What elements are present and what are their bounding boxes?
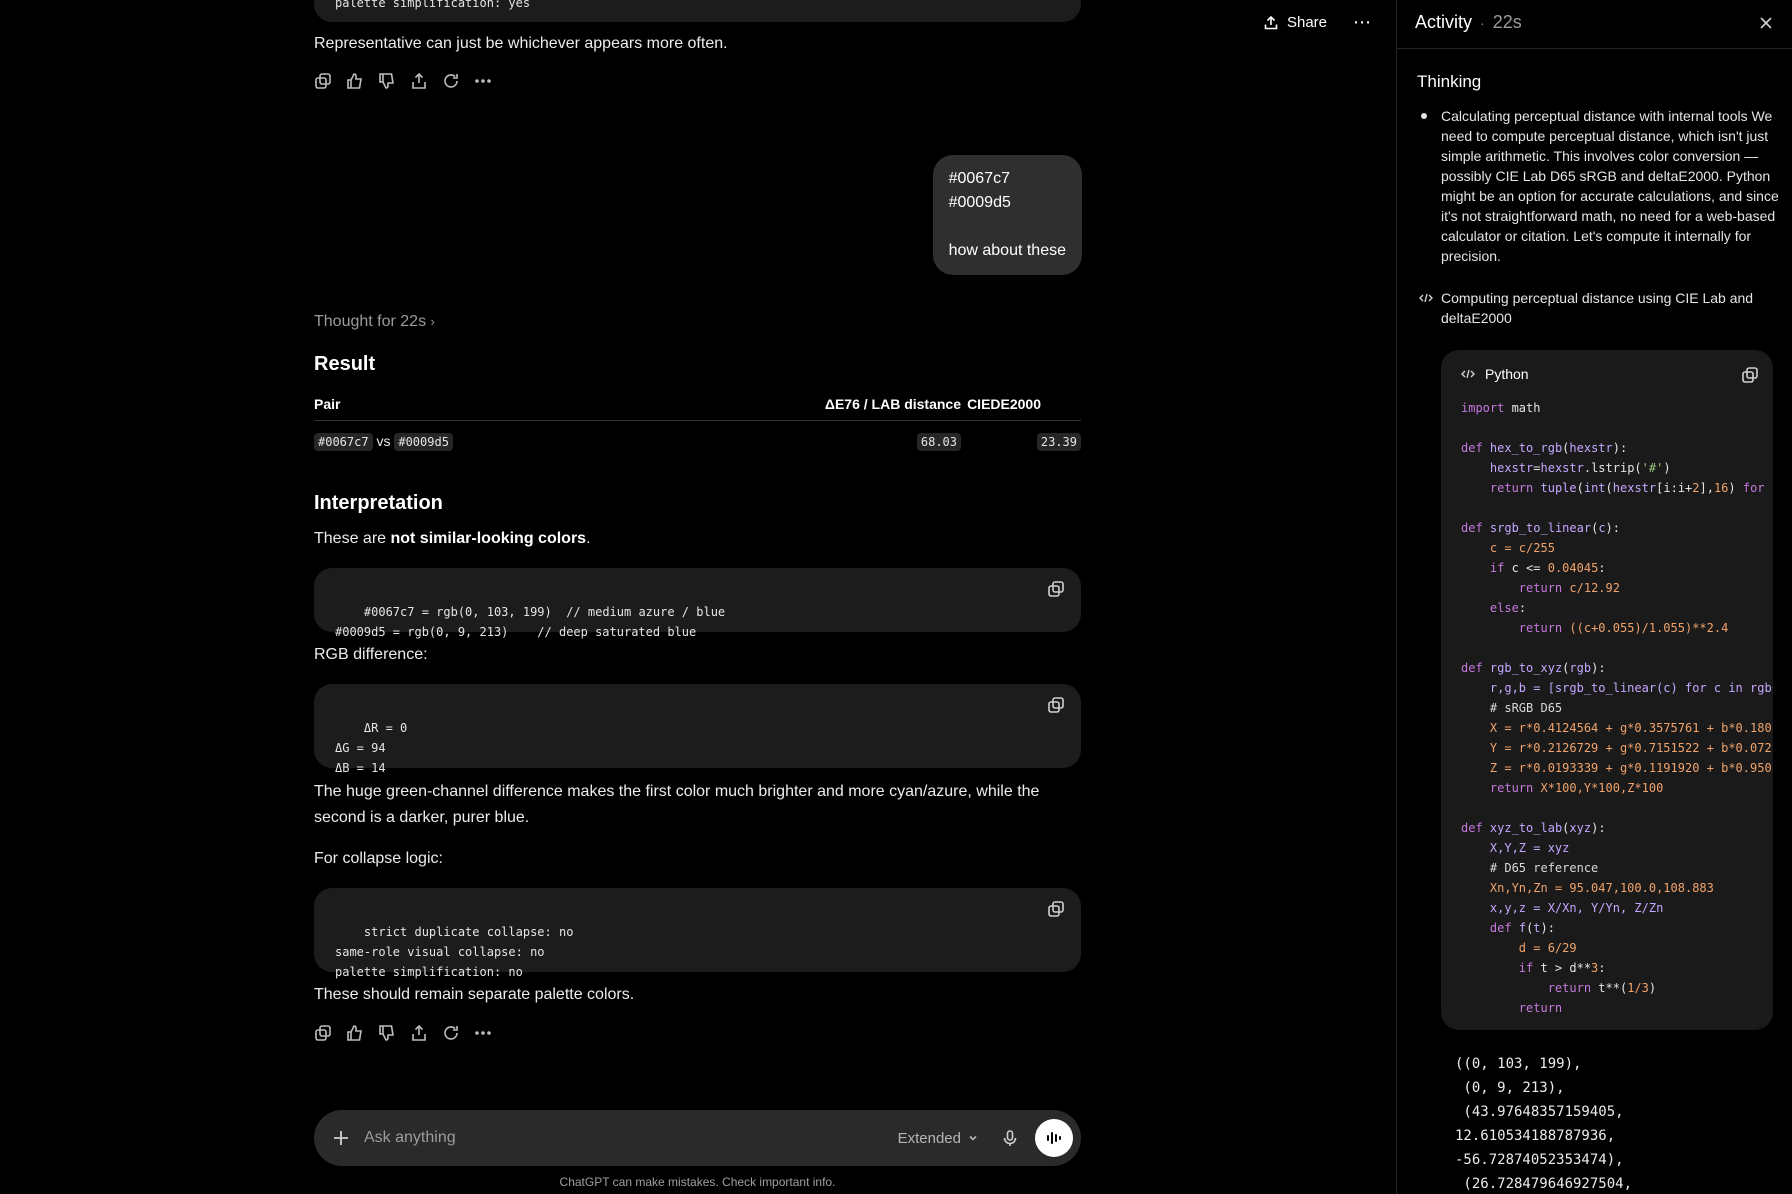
previous-code-line: palette simplification: yes [335, 0, 531, 10]
prompt-input[interactable] [364, 1129, 898, 1147]
table-header-de76: ΔE76 / LAB distance [714, 388, 961, 421]
vs-text: vs [376, 433, 391, 449]
collapse-label: For collapse logic: [314, 850, 443, 867]
table-header-pair: Pair [314, 388, 714, 421]
result-table-wrap: Pair ΔE76 / LAB distance CIEDE2000 #0067… [314, 388, 1081, 461]
interpretation-heading: Interpretation [314, 492, 443, 514]
share-icon [1264, 15, 1278, 29]
copy-code-icon[interactable] [1741, 366, 1759, 384]
thought-label: Thought for 22s [314, 313, 427, 330]
share-label: Share [1286, 14, 1327, 31]
chevron-right-icon: › [430, 314, 435, 329]
copy-code-icon[interactable] [1047, 900, 1065, 918]
regenerate-icon[interactable] [442, 72, 460, 90]
python-code-text: import math def hex_to_rgb(hexstr): hexs… [1461, 401, 1772, 1015]
code-block-collapse: strict duplicate collapse: no same-role … [314, 888, 1081, 979]
code-block-rgb: #0067c7 = rgb(0, 103, 199) // medium azu… [314, 568, 1081, 639]
code-icon [1461, 369, 1475, 379]
user-message-bubble: #0067c7 #0009d5 how about these [932, 155, 1082, 275]
message-actions-top [314, 72, 1081, 90]
python-code-block: Python import math def hex_to_rgb(hexstr… [1441, 350, 1773, 1030]
interpretation-text: These are not similar-looking colors. [314, 526, 1081, 552]
more-icon[interactable] [474, 72, 492, 90]
result-table: Pair ΔE76 / LAB distance CIEDE2000 #0067… [314, 388, 1081, 461]
header-divider [1397, 48, 1792, 49]
voice-mode-button[interactable] [1035, 1119, 1073, 1157]
thinking-step-1: Calculating perceptual distance with int… [1441, 108, 1779, 264]
python-code-header: Python [1461, 366, 1529, 382]
final-paragraph: These should remain separate palette col… [314, 986, 635, 1003]
disclaimer-footnote: ChatGPT can make mistakes. Check importa… [559, 1175, 836, 1189]
plus-icon[interactable] [332, 1129, 350, 1147]
code-language-label: Python [1485, 366, 1529, 382]
header-separator: · [1480, 14, 1485, 31]
rgb-diff-label: RGB difference: [314, 646, 428, 663]
regenerate-icon[interactable] [442, 1024, 460, 1042]
thinking-title: Thinking [1417, 72, 1482, 91]
copy-icon[interactable] [314, 1024, 332, 1042]
interp-post: . [586, 530, 591, 547]
more-icon[interactable] [474, 1024, 492, 1042]
chat-view: Share ⋯ palette simplification: yes Repr… [0, 0, 1396, 1194]
de2000-value: 23.39 [1036, 433, 1081, 451]
more-options-icon[interactable]: ⋯ [1353, 12, 1372, 33]
activity-title: Activity [1415, 12, 1473, 32]
code-collapse-text: strict duplicate collapse: no same-role … [335, 925, 574, 979]
thumbs-up-icon[interactable] [346, 72, 364, 90]
thinking-step-2: Computing perceptual distance using CIE … [1441, 290, 1754, 326]
color-a-chip: #0067c7 [314, 433, 373, 451]
close-icon[interactable] [1758, 15, 1774, 31]
copy-code-icon[interactable] [1047, 580, 1065, 598]
table-header-ciede2000: CIEDE2000 [961, 388, 1081, 421]
previous-paragraph: Representative can just be whichever app… [314, 35, 728, 52]
color-b-chip: #0009d5 [394, 433, 453, 451]
de76-cell: 68.03 [714, 421, 961, 462]
pair-cell: #0067c7 vs #0009d5 [314, 421, 714, 462]
python-output: ((0, 103, 199), (0, 9, 213), (43.9764835… [1455, 1056, 1633, 1192]
copy-icon[interactable] [314, 72, 332, 90]
code-rgb-text: #0067c7 = rgb(0, 103, 199) // medium azu… [335, 605, 726, 639]
voice-waveform-icon [1047, 1132, 1061, 1144]
de2000-cell: 23.39 [961, 421, 1081, 462]
activity-duration: 22s [1492, 12, 1522, 32]
chevron-down-icon [969, 1135, 977, 1141]
activity-header: Activity · 22s [1415, 12, 1774, 33]
composer: Extended [314, 1110, 1081, 1166]
interp-pre: These are [314, 530, 391, 547]
previous-code-block: palette simplification: yes [314, 0, 1081, 22]
code-block-diff: ΔR = 0 ΔG = 94 ΔB = 14 [314, 684, 1081, 775]
microphone-icon[interactable] [1001, 1129, 1019, 1147]
result-heading: Result [314, 353, 376, 375]
table-row: #0067c7 vs #0009d5 68.03 23.39 [314, 421, 1081, 462]
share-message-icon[interactable] [410, 72, 428, 90]
activity-panel: Activity · 22s Thinking Calculating perc… [1396, 0, 1792, 1194]
step-bullet [1421, 113, 1427, 119]
model-selector[interactable]: Extended [898, 1130, 979, 1147]
share-button[interactable]: Share [1255, 8, 1335, 37]
thumbs-down-icon[interactable] [378, 72, 396, 90]
model-label: Extended [897, 1129, 961, 1147]
code-diff-text: ΔR = 0 ΔG = 94 ΔB = 14 [335, 721, 408, 775]
copy-code-icon[interactable] [1047, 696, 1065, 714]
thought-toggle[interactable]: Thought for 22s › [314, 313, 1081, 331]
green-channel-paragraph: The huge green-channel difference makes … [314, 783, 1040, 826]
share-message-icon[interactable] [410, 1024, 428, 1042]
top-bar: Share ⋯ [1255, 8, 1372, 37]
thumbs-up-icon[interactable] [346, 1024, 364, 1042]
de76-value: 68.03 [916, 433, 961, 451]
interp-bold: not similar-looking colors [390, 530, 587, 547]
message-actions-bottom [314, 1024, 1081, 1042]
thumbs-down-icon[interactable] [378, 1024, 396, 1042]
code-step-icon [1419, 293, 1433, 303]
